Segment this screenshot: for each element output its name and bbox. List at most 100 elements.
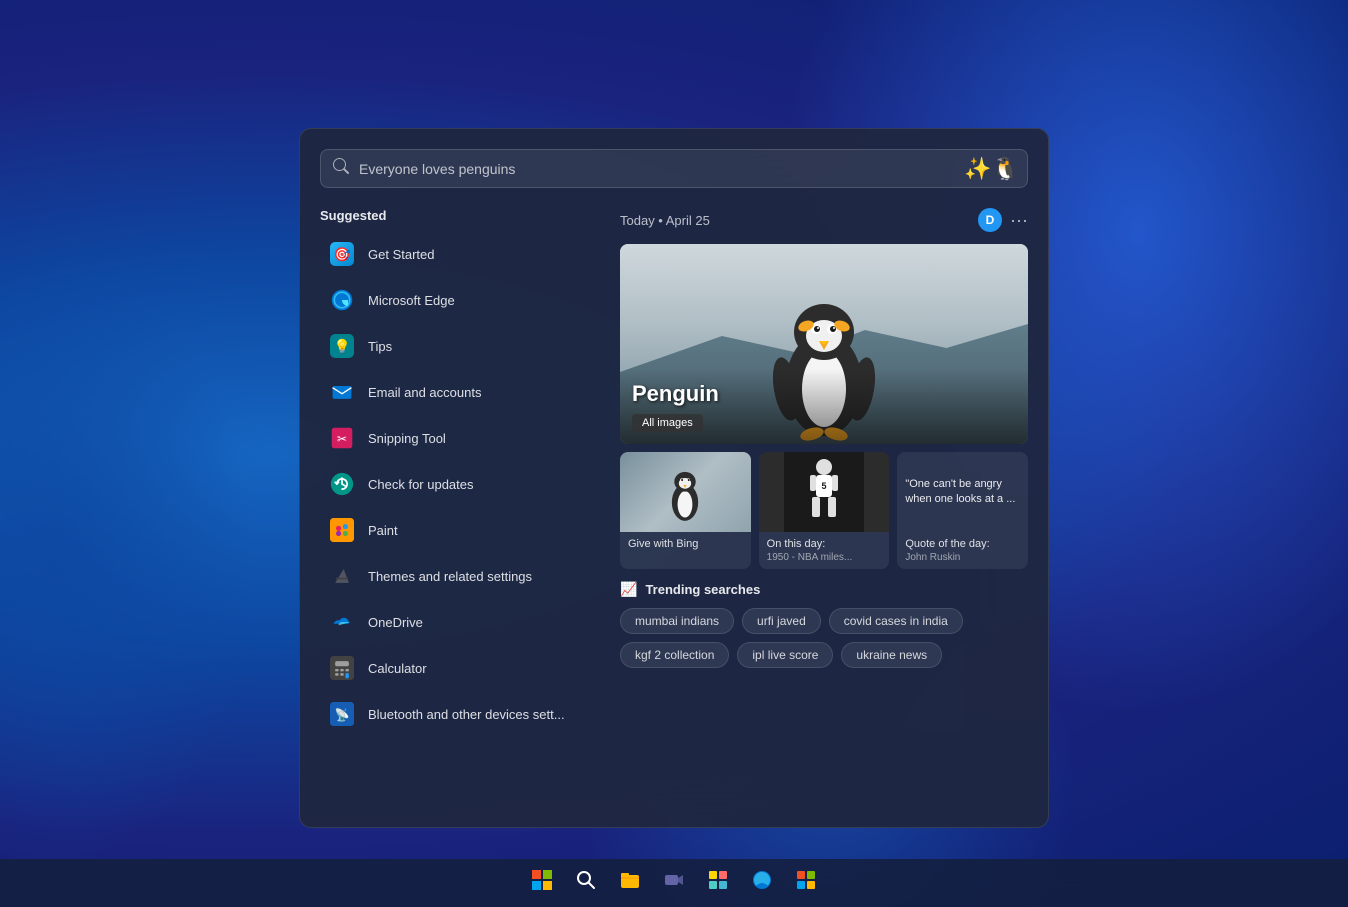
svg-text:💡: 💡 — [333, 338, 350, 354]
card-quote-day[interactable]: "One can't be angry when one looks at a … — [897, 452, 1028, 569]
widgets-panel: Today • April 25 D ··· — [620, 208, 1028, 737]
more-options-button[interactable]: ··· — [1010, 211, 1028, 229]
email-accounts-icon — [328, 378, 356, 406]
suggested-item-calculator[interactable]: Calculator — [320, 645, 600, 691]
give-bing-image — [620, 452, 751, 532]
hero-image[interactable]: Penguin All images — [620, 244, 1028, 444]
get-started-icon: 🎯 — [328, 240, 356, 268]
search-input-placeholder: Everyone loves penguins — [359, 161, 1015, 177]
snipping-tool-label: Snipping Tool — [368, 431, 446, 446]
trending-tags: mumbai indians urfi javed covid cases in i… — [620, 608, 1028, 668]
suggested-panel: Suggested 🎯 Get Started Microsoft Edge 💡 Tip… — [320, 208, 600, 737]
taskbar-files[interactable] — [610, 863, 650, 903]
get-started-label: Get Started — [368, 247, 434, 262]
microsoft-edge-label: Microsoft Edge — [368, 293, 455, 308]
suggested-item-onedrive[interactable]: OneDrive — [320, 599, 600, 645]
svg-text:📡: 📡 — [335, 707, 350, 722]
widgets-controls: D ··· — [978, 208, 1028, 232]
themes-label: Themes and related settings — [368, 569, 532, 584]
suggested-item-email-accounts[interactable]: Email and accounts — [320, 369, 600, 415]
bluetooth-label: Bluetooth and other devices sett... — [368, 707, 565, 722]
trending-header: 📈 Trending searches — [620, 581, 1028, 598]
bluetooth-icon: 📡 — [328, 700, 356, 728]
email-accounts-label: Email and accounts — [368, 385, 481, 400]
taskbar-store[interactable] — [786, 863, 826, 903]
card-quote-day-subtitle: John Ruskin — [905, 552, 1020, 563]
check-updates-label: Check for updates — [368, 477, 474, 492]
microsoft-edge-icon — [328, 286, 356, 314]
taskbar-search[interactable] — [566, 863, 606, 903]
check-updates-icon — [328, 470, 356, 498]
svg-text:5: 5 — [821, 481, 826, 491]
search-decoration: ✨🐧 — [964, 156, 1019, 182]
card-on-this-day-subtitle: 1950 - NBA miles... — [767, 552, 882, 563]
taskbar-widgets[interactable] — [698, 863, 738, 903]
taskbar-meet[interactable] — [654, 863, 694, 903]
svg-text:✂: ✂ — [337, 432, 347, 446]
cards-row: Give with Bing 5 On this day: 1950 - NBA… — [620, 452, 1028, 569]
suggested-item-get-started[interactable]: 🎯 Get Started — [320, 231, 600, 277]
trending-tag-kgf-2-collection[interactable]: kgf 2 collection — [620, 642, 729, 668]
search-taskbar-icon — [576, 870, 596, 896]
card-quote-day-info: Quote of the day: John Ruskin — [897, 532, 1028, 569]
card-on-this-day-title: On this day: — [767, 538, 882, 550]
search-bar[interactable]: Everyone loves penguins ✨🐧 — [320, 149, 1028, 188]
card-quote-day-title: Quote of the day: — [905, 538, 1020, 550]
main-content: Suggested 🎯 Get Started Microsoft Edge 💡 Tip… — [320, 208, 1028, 737]
files-taskbar-icon — [620, 870, 640, 896]
suggested-item-themes[interactable]: Themes and related settings — [320, 553, 600, 599]
svg-text:🎯: 🎯 — [333, 247, 350, 262]
calculator-label: Calculator — [368, 661, 427, 676]
trending-tag-mumbai-indians[interactable]: mumbai indians — [620, 608, 734, 634]
store-taskbar-icon — [796, 870, 816, 896]
search-icon — [333, 158, 349, 179]
trending-icon: 📈 — [620, 581, 637, 598]
widgets-taskbar-icon — [708, 870, 728, 896]
taskbar-edge[interactable] — [742, 863, 782, 903]
suggested-item-bluetooth[interactable]: 📡 Bluetooth and other devices sett... — [320, 691, 600, 737]
snipping-tool-icon: ✂ — [328, 424, 356, 452]
suggested-item-microsoft-edge[interactable]: Microsoft Edge — [320, 277, 600, 323]
themes-icon — [328, 562, 356, 590]
trending-tag-urfi-javed[interactable]: urfi javed — [742, 608, 821, 634]
taskbar-start[interactable] — [522, 863, 562, 903]
suggested-item-tips[interactable]: 💡 Tips — [320, 323, 600, 369]
on-this-day-image: 5 — [759, 452, 890, 532]
onedrive-label: OneDrive — [368, 615, 423, 630]
widgets-header: Today • April 25 D ··· — [620, 208, 1028, 232]
widgets-date: Today • April 25 — [620, 213, 710, 228]
hero-overlay: Penguin All images — [620, 369, 1028, 444]
card-on-this-day-info: On this day: 1950 - NBA miles... — [759, 532, 890, 569]
taskbar — [0, 859, 1348, 907]
onedrive-icon — [328, 608, 356, 636]
card-give-bing[interactable]: Give with Bing — [620, 452, 751, 569]
all-images-button[interactable]: All images — [632, 414, 703, 432]
calculator-icon — [328, 654, 356, 682]
edge-taskbar-icon — [752, 870, 772, 896]
trending-tag-covid-cases-in-india[interactable]: covid cases in india — [829, 608, 963, 634]
start-menu: Everyone loves penguins ✨🐧 Suggested 🎯 Ge… — [299, 128, 1049, 828]
taskbar-items — [522, 863, 826, 903]
quote-text: "One can't be angry when one looks at a … — [905, 477, 1020, 508]
trending-title: Trending searches — [645, 582, 760, 597]
suggested-item-paint[interactable]: Paint — [320, 507, 600, 553]
card-give-bing-info: Give with Bing — [620, 532, 751, 556]
tips-icon: 💡 — [328, 332, 356, 360]
suggested-list: 🎯 Get Started Microsoft Edge 💡 Tips Email and… — [320, 231, 600, 737]
trending-section: 📈 Trending searches mumbai indians urfi j… — [620, 581, 1028, 668]
tips-label: Tips — [368, 339, 392, 354]
trending-tag-ipl-live-score[interactable]: ipl live score — [737, 642, 833, 668]
quote-image: "One can't be angry when one looks at a … — [897, 452, 1028, 532]
card-give-bing-title: Give with Bing — [628, 538, 743, 550]
paint-icon — [328, 516, 356, 544]
suggested-label: Suggested — [320, 208, 600, 223]
meet-taskbar-icon — [664, 870, 684, 896]
start-taskbar-icon — [532, 870, 552, 896]
hero-title: Penguin — [632, 381, 1016, 407]
card-on-this-day[interactable]: 5 On this day: 1950 - NBA miles... — [759, 452, 890, 569]
suggested-item-snipping-tool[interactable]: ✂ Snipping Tool — [320, 415, 600, 461]
user-avatar[interactable]: D — [978, 208, 1002, 232]
paint-label: Paint — [368, 523, 398, 538]
suggested-item-check-updates[interactable]: Check for updates — [320, 461, 600, 507]
trending-tag-ukraine-news[interactable]: ukraine news — [841, 642, 942, 668]
